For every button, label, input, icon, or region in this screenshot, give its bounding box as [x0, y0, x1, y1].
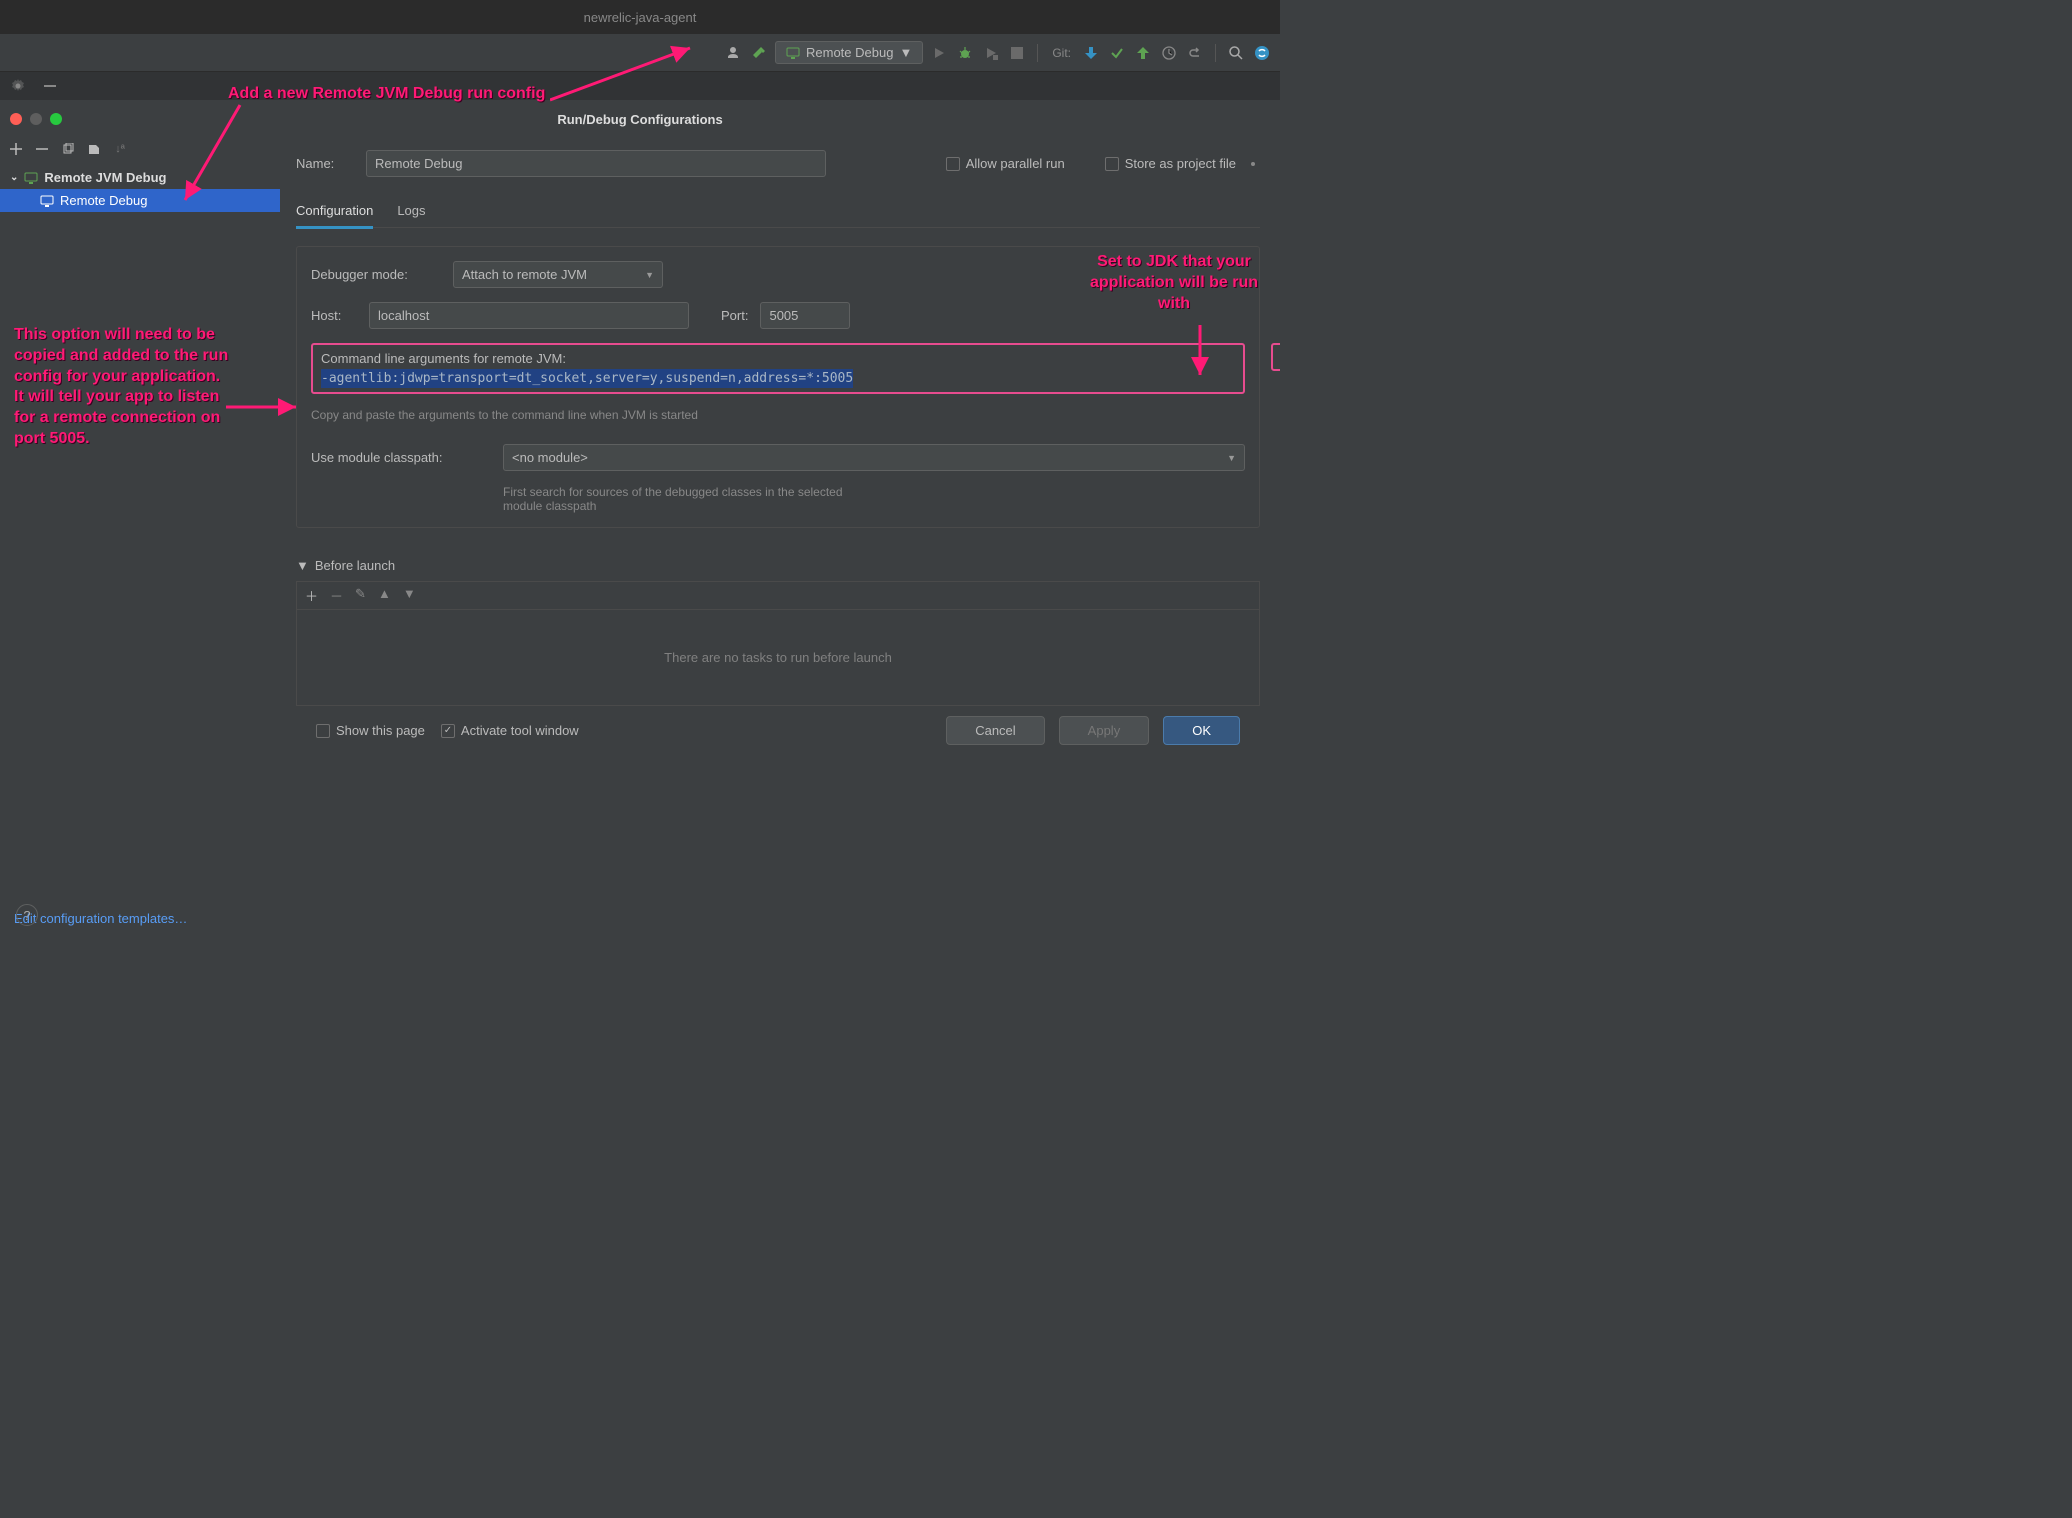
add-task-icon[interactable]: ＋: [305, 586, 318, 605]
debugger-mode-select[interactable]: Attach to remote JVM ▼: [453, 261, 663, 288]
chevron-down-icon: ▼: [899, 45, 912, 60]
edit-task-icon[interactable]: ✎: [355, 586, 366, 605]
module-classpath-value: <no module>: [512, 450, 588, 465]
debugger-mode-label: Debugger mode:: [311, 267, 441, 282]
port-input[interactable]: [760, 302, 850, 329]
chevron-down-icon: ▼: [645, 270, 654, 280]
hammer-icon[interactable]: [749, 43, 769, 63]
save-config-icon[interactable]: [86, 141, 102, 157]
git-update-icon[interactable]: [1081, 43, 1101, 63]
window-title: newrelic-java-agent: [584, 10, 697, 25]
dialog-title: Run/Debug Configurations: [0, 112, 1280, 127]
tree-group-remote-jvm-debug[interactable]: ⌄ Remote JVM Debug: [0, 166, 280, 189]
search-icon[interactable]: [1226, 43, 1246, 63]
before-launch-label: Before launch: [315, 558, 395, 573]
command-line-args-box: Command line arguments for remote JVM: -…: [311, 343, 1245, 394]
remote-debug-group-icon: [24, 171, 38, 185]
activate-tool-window-checkbox[interactable]: ✓ Activate tool window: [441, 723, 579, 738]
gear-icon[interactable]: [8, 76, 28, 96]
copy-config-icon[interactable]: [60, 141, 76, 157]
remove-task-icon[interactable]: －: [330, 586, 343, 605]
ok-button[interactable]: OK: [1163, 716, 1240, 745]
move-up-icon[interactable]: ▲: [378, 586, 391, 605]
rollback-icon[interactable]: [1185, 43, 1205, 63]
debug-icon[interactable]: [955, 43, 975, 63]
git-commit-icon[interactable]: [1107, 43, 1127, 63]
name-input[interactable]: [366, 150, 826, 177]
run-config-dropdown[interactable]: Remote Debug ▼: [775, 41, 923, 64]
stop-icon[interactable]: [1007, 43, 1027, 63]
git-push-icon[interactable]: [1133, 43, 1153, 63]
allow-parallel-label: Allow parallel run: [966, 156, 1065, 171]
add-config-icon[interactable]: [8, 141, 24, 157]
run-debug-configurations-dialog: Run/Debug Configurations ↓ª ⌄ Remote JVM…: [0, 104, 1280, 938]
git-label: Git:: [1052, 46, 1071, 60]
command-line-args-value[interactable]: -agentlib:jdwp=transport=dt_socket,serve…: [321, 369, 853, 388]
show-this-page-label: Show this page: [336, 723, 425, 738]
debugger-mode-value: Attach to remote JVM: [462, 267, 587, 282]
before-launch-empty: There are no tasks to run before launch: [296, 609, 1260, 706]
play-icon[interactable]: [929, 43, 949, 63]
port-label: Port:: [721, 308, 748, 323]
edit-templates-link[interactable]: Edit configuration templates…: [0, 899, 280, 938]
cancel-button[interactable]: Cancel: [946, 716, 1044, 745]
gear-icon[interactable]: [1246, 157, 1260, 171]
remove-config-icon[interactable]: [34, 141, 50, 157]
main-toolbar: Remote Debug ▼ Git:: [0, 34, 1280, 72]
host-input[interactable]: [369, 302, 689, 329]
tree-item-label: Remote Debug: [60, 193, 147, 208]
chevron-down-icon: ⌄: [10, 172, 18, 183]
tab-configuration[interactable]: Configuration: [296, 197, 373, 229]
chevron-down-icon: ▼: [1227, 453, 1236, 463]
coverage-icon[interactable]: [981, 43, 1001, 63]
jdk-version-select[interactable]: JDK 9 or later ⌄: [1271, 343, 1280, 371]
before-launch-header[interactable]: ▼ Before launch: [296, 558, 1260, 573]
move-down-icon[interactable]: ▼: [403, 586, 416, 605]
remote-debug-config-icon: [786, 46, 800, 60]
remote-debug-item-icon: [40, 194, 54, 208]
tab-logs[interactable]: Logs: [397, 197, 425, 227]
command-line-args-label: Command line arguments for remote JVM:: [321, 351, 1235, 366]
minimize-icon[interactable]: [40, 76, 60, 96]
sort-icon[interactable]: ↓ª: [112, 141, 128, 157]
run-config-label: Remote Debug: [806, 45, 893, 60]
sync-icon[interactable]: [1252, 43, 1272, 63]
help-button[interactable]: ?: [16, 904, 38, 926]
allow-parallel-checkbox[interactable]: Allow parallel run: [946, 156, 1065, 171]
name-label: Name:: [296, 156, 346, 171]
apply-button[interactable]: Apply: [1059, 716, 1150, 745]
chevron-down-icon: ▼: [296, 558, 309, 573]
module-classpath-label: Use module classpath:: [311, 450, 491, 465]
history-icon[interactable]: [1159, 43, 1179, 63]
show-this-page-checkbox[interactable]: Show this page: [316, 723, 425, 738]
copy-paste-hint: Copy and paste the arguments to the comm…: [311, 408, 1245, 422]
module-hint-1: First search for sources of the debugged…: [503, 485, 1245, 499]
tree-item-remote-debug[interactable]: Remote Debug: [0, 189, 280, 212]
activate-tool-window-label: Activate tool window: [461, 723, 579, 738]
module-hint-2: module classpath: [503, 499, 1245, 513]
user-icon[interactable]: [723, 43, 743, 63]
store-as-file-label: Store as project file: [1125, 156, 1236, 171]
module-classpath-select[interactable]: <no module> ▼: [503, 444, 1245, 471]
store-as-file-checkbox[interactable]: Store as project file: [1105, 156, 1260, 171]
tree-group-label: Remote JVM Debug: [44, 170, 166, 185]
sub-toolbar: [0, 72, 1280, 100]
host-label: Host:: [311, 308, 357, 323]
